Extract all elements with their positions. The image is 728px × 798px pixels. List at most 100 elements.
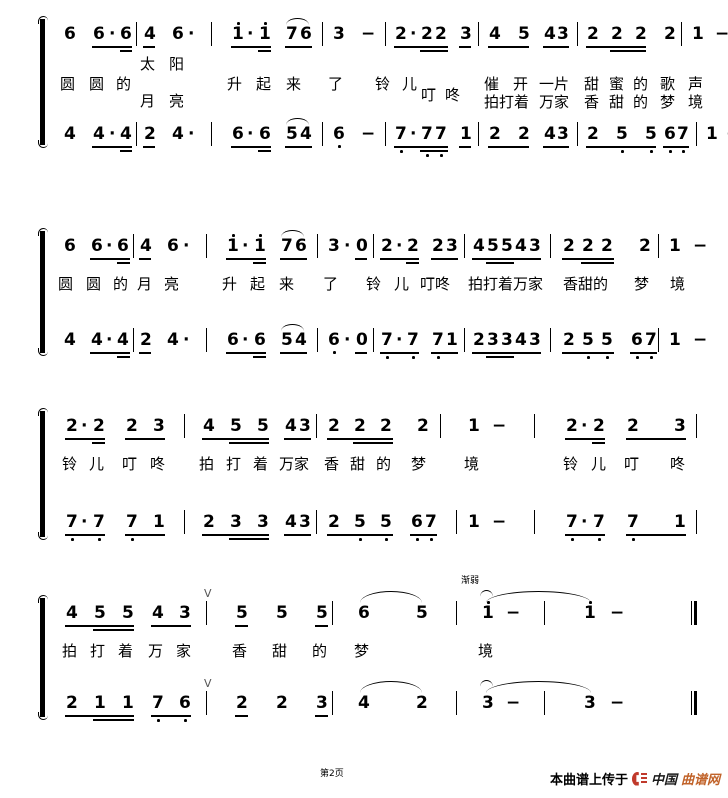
- lyric-syllable: 万: [148, 642, 164, 660]
- barline: [456, 510, 458, 534]
- lyric-syllable: 香: [232, 642, 248, 660]
- barline: [385, 122, 387, 146]
- note: 7: [566, 512, 578, 532]
- lyric-syllable: 叮: [122, 455, 138, 473]
- octave-dot-high: [487, 601, 490, 604]
- note: 2: [328, 512, 340, 532]
- barline: [464, 234, 466, 258]
- note: 5: [487, 236, 499, 256]
- augmentation-dot: ·: [109, 124, 116, 144]
- beam: [565, 534, 605, 536]
- note: 6: [254, 330, 266, 350]
- note: 2: [627, 416, 639, 436]
- lyric-syllable: 声: [688, 75, 704, 93]
- barline: [534, 414, 536, 438]
- note: 2: [587, 24, 599, 44]
- note: 7: [126, 512, 138, 532]
- note: 7: [593, 512, 605, 532]
- barline: [373, 234, 375, 258]
- barline: [456, 691, 458, 715]
- note: 7: [286, 24, 298, 44]
- note: 4: [285, 416, 297, 436]
- note: 3: [584, 693, 596, 713]
- octave-dot-low: [98, 538, 101, 541]
- note: 5: [257, 416, 269, 436]
- lyric-syllable: 万家: [539, 93, 570, 111]
- lyric-syllable: 来: [279, 275, 295, 293]
- note: 7: [281, 236, 293, 256]
- octave-dot-low: [437, 356, 440, 359]
- system-2: 6 6 · 6 4 6 · 1 · 1 7 6 3 · 0 2 · 2 2 3 …: [36, 228, 712, 359]
- page-number: 第2页: [320, 769, 344, 779]
- note: 4: [515, 236, 527, 256]
- system-3: 2 · 2 2 3 4 5 5 4 3 2 2 2 2 1 − 2 · 2 2 …: [36, 408, 712, 541]
- note: 7: [627, 512, 639, 532]
- note: 2: [635, 24, 647, 44]
- beam: [253, 356, 266, 358]
- augmentation-dot: ·: [344, 330, 351, 350]
- barline: [322, 22, 324, 46]
- note: 6: [300, 24, 312, 44]
- note: 2: [587, 124, 599, 144]
- note: 2: [236, 693, 248, 713]
- octave-dot-low: [338, 145, 341, 148]
- beam: [472, 258, 541, 260]
- note: 4: [64, 330, 76, 350]
- note: 5: [518, 24, 530, 44]
- credit-text: 本曲谱上传于: [549, 773, 628, 788]
- lyric-row-2-main: 圆 圆 的 月 亮 升 起 来 了 铃 儿 叮咚 拍打着万家 香甜的 梦 境: [36, 276, 712, 302]
- lyric-syllable: 起: [250, 275, 266, 293]
- note: 4: [544, 124, 556, 144]
- beam: [65, 438, 105, 440]
- note: 6: [117, 236, 129, 256]
- beam: [586, 46, 646, 48]
- beam: [562, 352, 614, 354]
- octave-dot-high: [232, 234, 235, 237]
- sustain-dash: −: [361, 24, 376, 44]
- beam: [610, 50, 646, 52]
- beam: [120, 50, 132, 52]
- barline: [184, 414, 186, 438]
- tie-slur: [486, 591, 591, 603]
- barline: [658, 328, 660, 352]
- note: 1: [227, 236, 239, 256]
- note: 6: [167, 236, 179, 256]
- note: 3: [529, 236, 541, 256]
- beam: [92, 146, 132, 148]
- octave-dot-low: [606, 356, 609, 359]
- note: 3: [153, 416, 165, 436]
- beam: [626, 534, 686, 536]
- beam: [543, 146, 569, 148]
- beam: [630, 352, 657, 354]
- beam: [562, 258, 614, 260]
- lyric-syllable: 了: [323, 275, 339, 293]
- note: 3: [257, 512, 269, 532]
- octave-dot-low: [682, 150, 685, 153]
- octave-dot-low: [632, 538, 635, 541]
- note: 1: [153, 512, 165, 532]
- note: 2: [395, 24, 407, 44]
- beam: [565, 438, 605, 440]
- beam: [285, 46, 312, 48]
- note: 2: [473, 330, 485, 350]
- octave-dot-low: [650, 150, 653, 153]
- octave-dot-low: [386, 356, 389, 359]
- beam: [410, 534, 437, 536]
- note: 5: [316, 603, 328, 623]
- barline: [206, 234, 208, 258]
- octave-dot-low: [400, 150, 403, 153]
- note: 6: [227, 330, 239, 350]
- beam: [229, 538, 269, 540]
- note: 4: [489, 24, 501, 44]
- octave-dot-low: [359, 538, 362, 541]
- note: 3: [674, 416, 686, 436]
- lyric-syllable: 拍: [62, 642, 78, 660]
- lyric-syllable: 甜: [272, 642, 288, 660]
- harmony-row-4: 2 1 1 7 6 V 2 2 3 4 2 3 − 3 −: [36, 677, 712, 723]
- augmentation-dot: ·: [81, 416, 88, 436]
- final-barline: [691, 691, 697, 715]
- note: 5: [645, 124, 657, 144]
- octave-dot-low: [385, 538, 388, 541]
- octave-dot-low: [669, 150, 672, 153]
- lyric-syllable: 叮: [624, 455, 640, 473]
